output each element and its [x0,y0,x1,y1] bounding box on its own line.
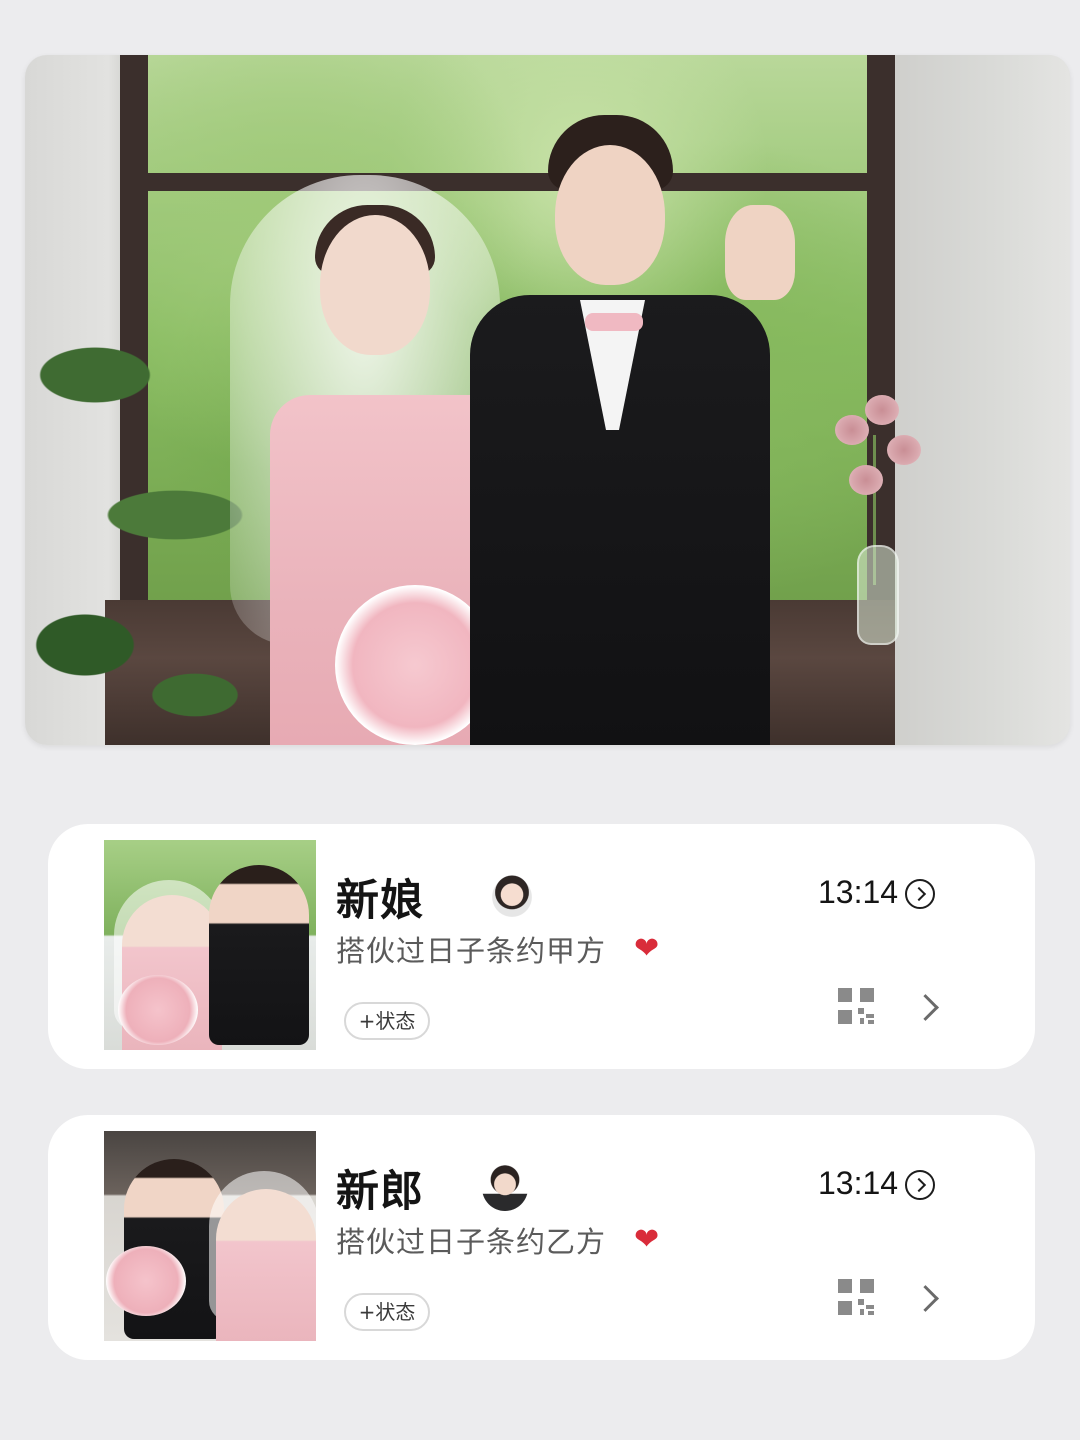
circle-arrow-right-icon[interactable] [905,1170,935,1200]
vase-glass [857,545,899,645]
chevron-right-icon[interactable] [918,992,936,1022]
profile-time: 13:14 [818,874,899,910]
avatar[interactable] [104,1131,316,1341]
bride-face [320,215,430,355]
bride-emoji-icon [489,874,535,920]
avatar[interactable] [104,840,316,1050]
groom-bow-tie [585,313,643,331]
groom-waving-hand [725,205,795,300]
vase-flower [865,395,899,425]
profile-time: 13:14 [818,1165,899,1201]
photo-wall [895,55,1070,745]
circle-arrow-right-icon[interactable] [905,879,935,909]
groom-emoji-icon [482,1165,528,1211]
groom-face [555,145,665,285]
vase-flower [835,415,869,445]
hero-photo [25,55,1070,745]
add-status-button[interactable]: +状态 [344,1002,430,1040]
avatar-bouquet [106,1246,186,1316]
vase-flower [887,435,921,465]
photo-flower-vase [835,375,921,645]
qr-code-icon[interactable] [838,988,874,1024]
photo-plant [25,315,255,745]
avatar-groom [209,865,309,1045]
add-status-button[interactable]: +状态 [344,1293,430,1331]
photo-groom [470,85,795,745]
avatar-bride [216,1189,316,1341]
qr-code-icon[interactable] [838,1279,874,1315]
chevron-right-icon[interactable] [918,1283,936,1313]
heart-icon: ❤ [634,931,660,966]
profile-name: 新娘 [336,876,424,926]
profile-card-groom[interactable]: 新郎 搭伙过日子条约乙方 ❤ +状态 13:14 [48,1115,1035,1360]
profile-card-bride[interactable]: 新娘 搭伙过日子条约甲方 ❤ +状态 13:14 [48,824,1035,1069]
profile-signature: 搭伙过日子条约乙方 [336,1225,607,1259]
avatar-bouquet [118,975,198,1045]
profile-name: 新郎 [336,1167,424,1217]
heart-icon: ❤ [634,1222,660,1257]
profile-signature: 搭伙过日子条约甲方 [336,934,607,968]
vase-flower [849,465,883,495]
